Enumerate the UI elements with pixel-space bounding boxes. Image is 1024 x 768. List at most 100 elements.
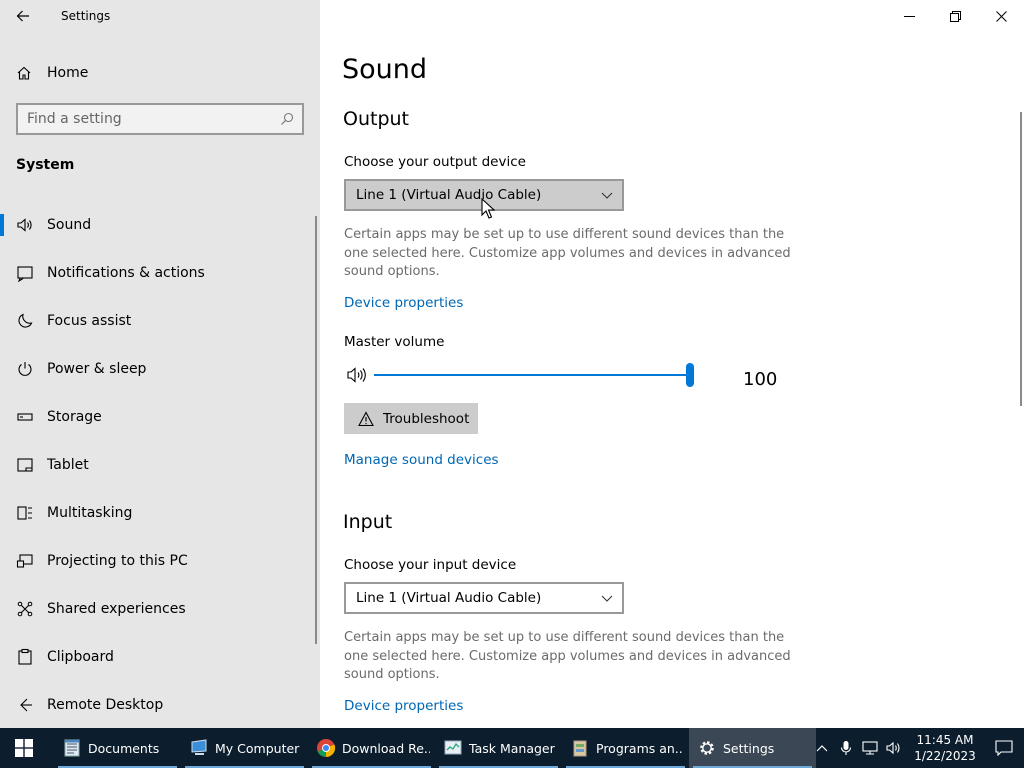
chevron-up-icon bbox=[816, 745, 828, 752]
speaker-icon bbox=[886, 741, 900, 755]
notepad-icon bbox=[64, 739, 80, 757]
back-arrow-icon bbox=[16, 10, 29, 22]
output-device-properties-link[interactable]: Device properties bbox=[344, 295, 463, 311]
volume-value: 100 bbox=[743, 369, 778, 390]
taskbar-app-programs[interactable]: Programs an... bbox=[562, 728, 689, 768]
action-center-button[interactable] bbox=[984, 728, 1024, 768]
sidebar-item-remote-desktop[interactable]: Remote Desktop bbox=[0, 681, 316, 729]
sidebar-item-label: Projecting to this PC bbox=[47, 553, 188, 569]
chevron-down-icon bbox=[601, 595, 613, 602]
warning-icon bbox=[358, 410, 374, 426]
app-title: Settings bbox=[61, 9, 111, 23]
taskbar-app-task-manager[interactable]: Task Manager bbox=[435, 728, 562, 768]
restore-button[interactable] bbox=[932, 0, 978, 32]
sidebar-item-sound[interactable]: Sound bbox=[0, 201, 316, 249]
sidebar-item-label: Tablet bbox=[47, 457, 89, 473]
taskbar-app-chrome[interactable]: Download Re... bbox=[308, 728, 435, 768]
home-icon bbox=[16, 65, 32, 81]
master-volume-slider[interactable] bbox=[374, 362, 694, 388]
sidebar: Settings Home System Sound Notifications… bbox=[0, 0, 320, 728]
sidebar-item-notifications[interactable]: Notifications & actions bbox=[0, 249, 316, 297]
output-heading: Output bbox=[343, 108, 409, 130]
output-description: Certain apps may be set up to use differ… bbox=[344, 227, 791, 279]
chrome-icon bbox=[317, 739, 336, 758]
sidebar-item-tablet[interactable]: Tablet bbox=[0, 441, 316, 489]
task-manager-icon bbox=[444, 740, 462, 755]
output-device-label: Choose your output device bbox=[344, 154, 526, 170]
input-device-label: Choose your input device bbox=[344, 557, 517, 573]
close-button[interactable] bbox=[978, 0, 1024, 32]
volume-tray-button[interactable] bbox=[882, 728, 906, 768]
back-button[interactable] bbox=[0, 0, 46, 32]
microphone-icon bbox=[840, 741, 852, 755]
output-device-dropdown[interactable]: Line 1 (Virtual Audio Cable) bbox=[344, 179, 624, 211]
input-device-dropdown[interactable]: Line 1 (Virtual Audio Cable) bbox=[344, 582, 624, 614]
taskbar-app-label: Documents bbox=[88, 740, 160, 756]
sidebar-item-label: Storage bbox=[47, 409, 102, 425]
sidebar-item-label: Sound bbox=[47, 217, 92, 233]
clock-time: 11:45 AM bbox=[916, 733, 974, 747]
close-icon bbox=[995, 10, 1007, 22]
home-link[interactable]: Home bbox=[0, 56, 320, 90]
speaker-icon bbox=[16, 216, 34, 234]
gear-icon bbox=[700, 741, 714, 755]
search-input[interactable] bbox=[18, 111, 268, 127]
manage-sound-devices-link[interactable]: Manage sound devices bbox=[344, 452, 499, 468]
network-tray-button[interactable] bbox=[858, 728, 882, 768]
sidebar-item-shared-experiences[interactable]: Shared experiences bbox=[0, 585, 316, 633]
microphone-tray-button[interactable] bbox=[834, 728, 858, 768]
main-scrollbar[interactable] bbox=[1020, 112, 1022, 406]
taskbar-app-documents[interactable]: Documents bbox=[54, 728, 181, 768]
storage-icon bbox=[16, 408, 34, 426]
home-label: Home bbox=[47, 65, 89, 81]
system-tray: 11:45 AM 1/22/2023 bbox=[810, 728, 1024, 768]
volume-slider-thumb[interactable] bbox=[686, 363, 694, 387]
sidebar-item-power-sleep[interactable]: Power & sleep bbox=[0, 345, 316, 393]
window-controls bbox=[886, 0, 1024, 32]
sidebar-item-label: Multitasking bbox=[47, 505, 133, 521]
sidebar-item-label: Clipboard bbox=[47, 649, 114, 665]
title-bar: Settings bbox=[0, 0, 320, 32]
multitasking-icon bbox=[16, 504, 34, 522]
sidebar-nav: Sound Notifications & actions Focus assi… bbox=[0, 201, 316, 729]
volume-slider-track bbox=[374, 374, 690, 376]
sidebar-item-storage[interactable]: Storage bbox=[0, 393, 316, 441]
taskbar-clock[interactable]: 11:45 AM 1/22/2023 bbox=[906, 732, 984, 764]
search-icon bbox=[281, 112, 294, 125]
taskbar-app-settings[interactable]: Settings bbox=[689, 728, 816, 768]
sidebar-item-label: Remote Desktop bbox=[47, 697, 164, 713]
minimize-button[interactable] bbox=[886, 0, 932, 32]
network-icon bbox=[862, 741, 878, 755]
main-content: Sound Output Choose your output device L… bbox=[320, 0, 1024, 728]
taskbar-app-label: Download Re... bbox=[342, 740, 430, 756]
sidebar-item-label: Focus assist bbox=[47, 313, 132, 329]
taskbar: Documents My Computer Download Re... Tas… bbox=[0, 728, 1024, 768]
sidebar-item-label: Power & sleep bbox=[47, 361, 147, 377]
sidebar-item-focus-assist[interactable]: Focus assist bbox=[0, 297, 316, 345]
taskbar-app-label: Task Manager bbox=[469, 740, 555, 756]
show-hidden-icons-button[interactable] bbox=[810, 728, 834, 768]
tablet-icon bbox=[16, 456, 34, 474]
sidebar-scrollbar[interactable] bbox=[315, 216, 317, 644]
volume-icon[interactable] bbox=[346, 366, 368, 384]
programs-icon bbox=[573, 740, 587, 757]
computer-icon bbox=[191, 739, 207, 755]
clock-date: 1/22/2023 bbox=[914, 749, 976, 763]
taskbar-app-label: My Computer bbox=[215, 740, 300, 756]
restore-icon bbox=[949, 10, 961, 22]
output-device-value: Line 1 (Virtual Audio Cable) bbox=[356, 187, 542, 203]
start-button[interactable] bbox=[0, 728, 48, 768]
search-box[interactable] bbox=[16, 103, 304, 135]
sidebar-item-clipboard[interactable]: Clipboard bbox=[0, 633, 316, 681]
taskbar-app-label: Programs an... bbox=[596, 740, 684, 756]
taskbar-app-my-computer[interactable]: My Computer bbox=[181, 728, 308, 768]
master-volume-label: Master volume bbox=[344, 334, 445, 350]
troubleshoot-button[interactable]: Troubleshoot bbox=[344, 403, 478, 434]
taskbar-app-label: Settings bbox=[723, 740, 775, 756]
input-heading: Input bbox=[343, 511, 393, 533]
sidebar-item-projecting[interactable]: Projecting to this PC bbox=[0, 537, 316, 585]
input-device-properties-link[interactable]: Device properties bbox=[344, 698, 463, 714]
minimize-icon bbox=[903, 15, 915, 17]
sidebar-item-multitasking[interactable]: Multitasking bbox=[0, 489, 316, 537]
sidebar-item-label: Notifications & actions bbox=[47, 265, 205, 281]
